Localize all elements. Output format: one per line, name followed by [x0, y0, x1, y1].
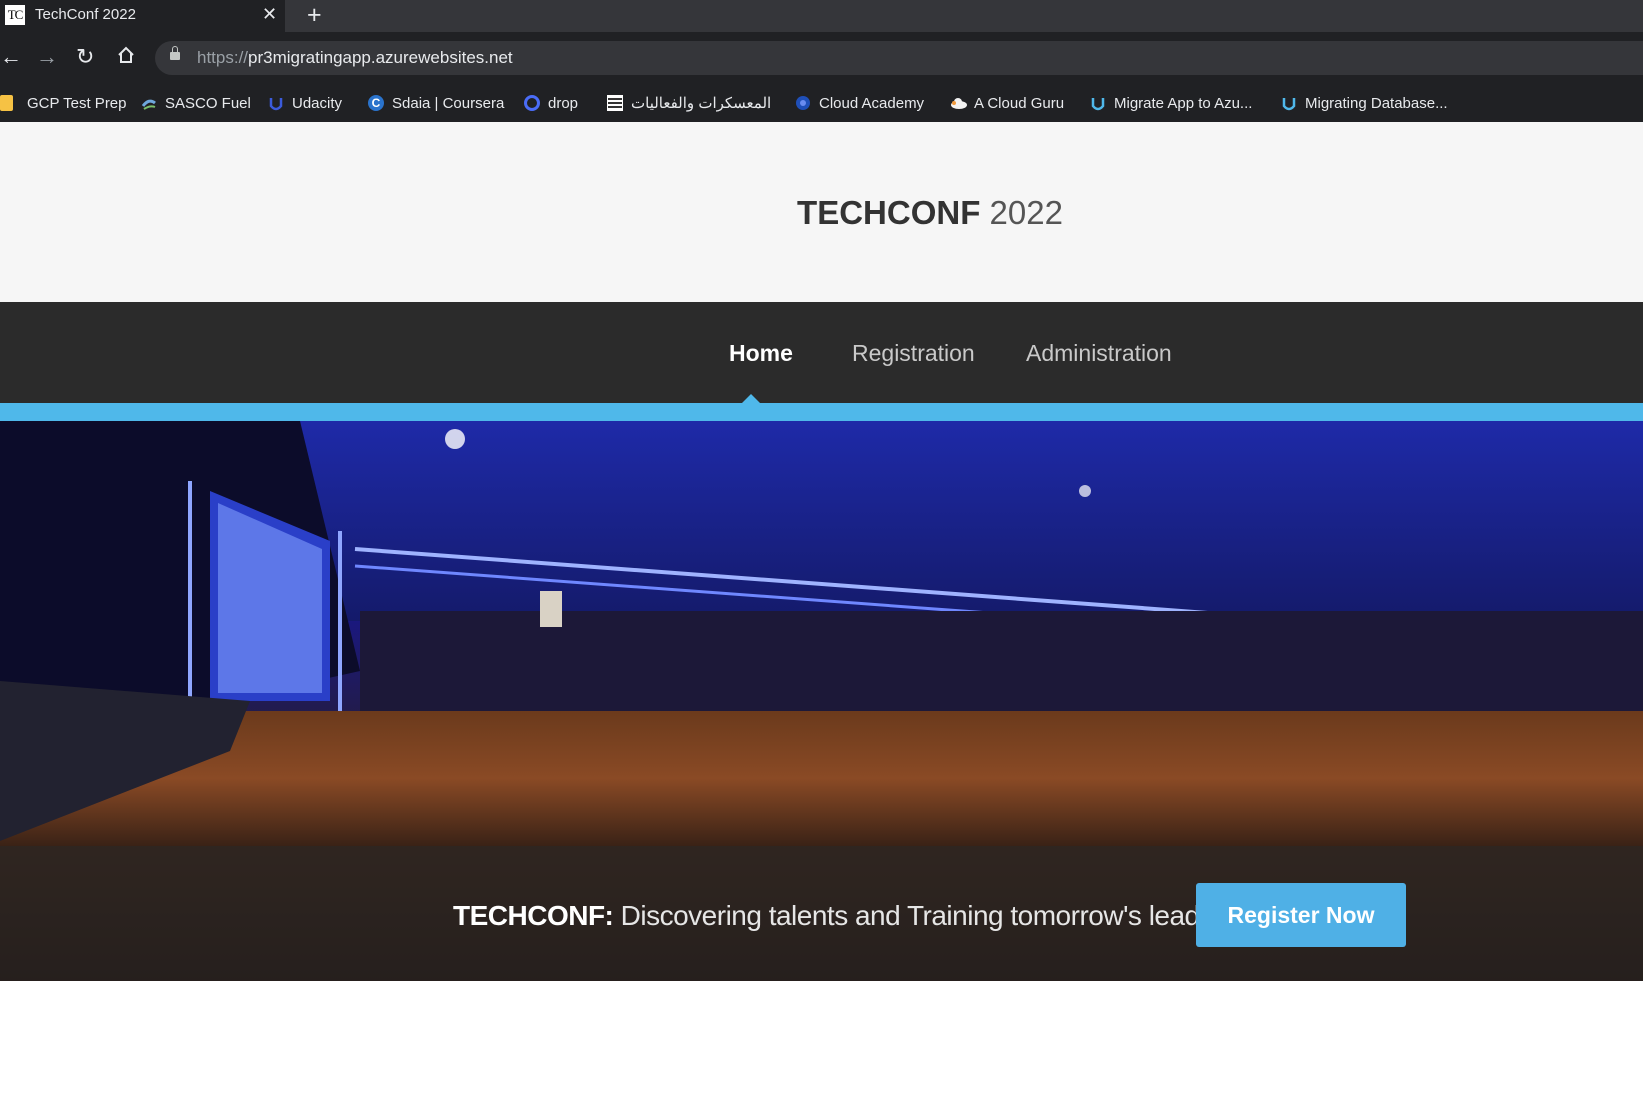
coursera-icon: C [368, 95, 384, 111]
drop-icon [524, 95, 540, 111]
nav-registration[interactable]: Registration [852, 340, 975, 367]
tab-favicon-icon: TC [5, 5, 25, 25]
address-bar[interactable]: https://pr3migratingapp.azurewebsites.ne… [155, 41, 1643, 75]
bookmark-sdaia-coursera[interactable]: C Sdaia | Coursera [368, 91, 504, 115]
bookmark-gcp-test-prep[interactable]: GCP Test Prep [0, 91, 127, 115]
folder-icon [0, 95, 13, 111]
hero-banner: TECHCONF: Discovering talents and Traini… [0, 421, 1643, 981]
udacity-icon [1090, 95, 1106, 111]
plus-icon[interactable]: + [307, 1, 322, 30]
cloud-academy-icon [795, 95, 811, 111]
main-nav: Home Registration Administration [0, 302, 1643, 404]
bookmark-sasco-fuel[interactable]: SASCO Fuel [141, 91, 251, 115]
bookmark-a-cloud-guru[interactable]: A Cloud Guru [950, 91, 1064, 115]
browser-tab[interactable]: TC TechConf 2022 ✕ [0, 0, 285, 32]
sasco-icon [141, 95, 157, 111]
browser-tabstrip: TC TechConf 2022 ✕ + [0, 0, 1643, 32]
udacity-icon [1281, 95, 1297, 111]
hero-caption: TECHCONF: Discovering talents and Traini… [0, 846, 1643, 981]
back-arrow-icon[interactable]: ← [0, 45, 22, 69]
bookmarks-bar: GCP Test Prep SASCO Fuel Udacity C Sdaia… [0, 84, 1643, 122]
lock-icon[interactable] [170, 46, 180, 60]
home-icon[interactable] [116, 45, 136, 70]
site-title[interactable]: TECHCONF 2022 [0, 194, 1643, 232]
bookmark-camps[interactable]: المعسكرات والفعاليات [607, 91, 771, 115]
tab-title: TechConf 2022 [35, 6, 136, 23]
reload-icon[interactable]: ↻ [76, 45, 94, 69]
close-icon[interactable]: ✕ [262, 4, 277, 25]
accent-bar [0, 403, 1643, 421]
camps-icon [607, 95, 623, 111]
browser-toolbar: ← → ↻ https://pr3migratingapp.azurewebsi… [0, 32, 1643, 84]
register-now-button[interactable]: Register Now [1196, 883, 1406, 947]
udacity-icon [268, 95, 284, 111]
bookmark-migrating-database[interactable]: Migrating Database... [1281, 91, 1448, 115]
bookmark-drop[interactable]: drop [524, 91, 578, 115]
nav-home[interactable]: Home [729, 340, 793, 367]
bookmark-cloud-academy[interactable]: Cloud Academy [795, 91, 924, 115]
bookmark-udacity[interactable]: Udacity [268, 91, 342, 115]
site-header: TECHCONF 2022 [0, 122, 1643, 302]
hero-tagline: TECHCONF: Discovering talents and Traini… [453, 900, 1238, 931]
forward-arrow-icon[interactable]: → [36, 45, 58, 69]
url-text: https://pr3migratingapp.azurewebsites.ne… [197, 48, 513, 67]
cloud-guru-icon [950, 95, 967, 111]
nav-administration[interactable]: Administration [1026, 340, 1172, 367]
bookmark-migrate-app[interactable]: Migrate App to Azu... [1090, 91, 1252, 115]
